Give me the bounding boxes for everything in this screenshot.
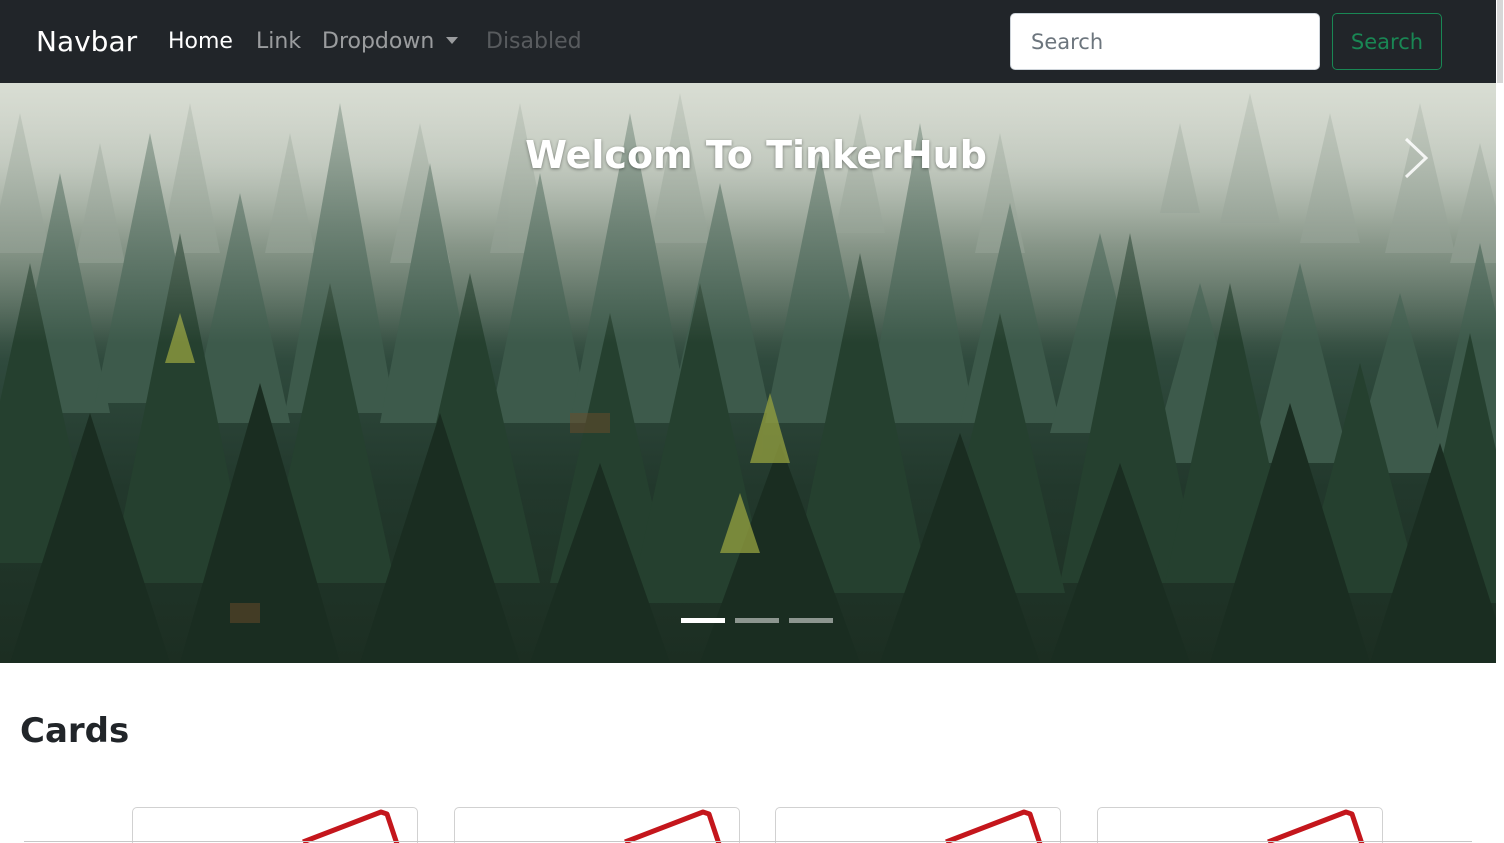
viewport-bottom-edge bbox=[24, 841, 1472, 842]
cards-section-title: Cards bbox=[20, 711, 130, 751]
hero-carousel: Welcom To TinkerHub bbox=[0, 83, 1496, 663]
fog-overlay bbox=[0, 83, 1496, 343]
nav-link-link[interactable]: Link bbox=[256, 28, 301, 56]
carousel-next-button[interactable] bbox=[1388, 133, 1444, 183]
carousel-indicator-3[interactable] bbox=[789, 618, 833, 623]
search-input[interactable] bbox=[1010, 13, 1320, 70]
nav-dropdown-label: Dropdown bbox=[322, 29, 435, 54]
nav-link-home[interactable]: Home bbox=[168, 28, 233, 56]
carousel-indicator-2[interactable] bbox=[735, 618, 779, 623]
chevron-right-icon bbox=[1404, 137, 1429, 179]
scrollbar-thumb[interactable] bbox=[1497, 0, 1503, 83]
caret-down-icon bbox=[446, 37, 459, 44]
navbar-brand[interactable]: Navbar bbox=[36, 24, 137, 60]
card-3 bbox=[775, 807, 1061, 843]
carousel-caption: Welcom To TinkerHub bbox=[525, 133, 987, 177]
page: Navbar Home Link Dropdown Disabled Searc… bbox=[0, 0, 1496, 843]
carousel-indicator-1[interactable] bbox=[681, 618, 725, 623]
card-image bbox=[945, 809, 1043, 843]
search-button[interactable]: Search bbox=[1332, 13, 1442, 70]
card-2 bbox=[454, 807, 740, 843]
card-4 bbox=[1097, 807, 1383, 843]
card-1 bbox=[132, 807, 418, 843]
card-image bbox=[624, 809, 722, 843]
card-image bbox=[1267, 809, 1365, 843]
nav-dropdown-toggle[interactable]: Dropdown bbox=[322, 28, 459, 56]
nav-link-disabled: Disabled bbox=[486, 29, 582, 54]
card-image bbox=[302, 809, 400, 843]
scrollbar[interactable] bbox=[1496, 0, 1504, 843]
navbar: Navbar Home Link Dropdown Disabled Searc… bbox=[0, 0, 1496, 83]
